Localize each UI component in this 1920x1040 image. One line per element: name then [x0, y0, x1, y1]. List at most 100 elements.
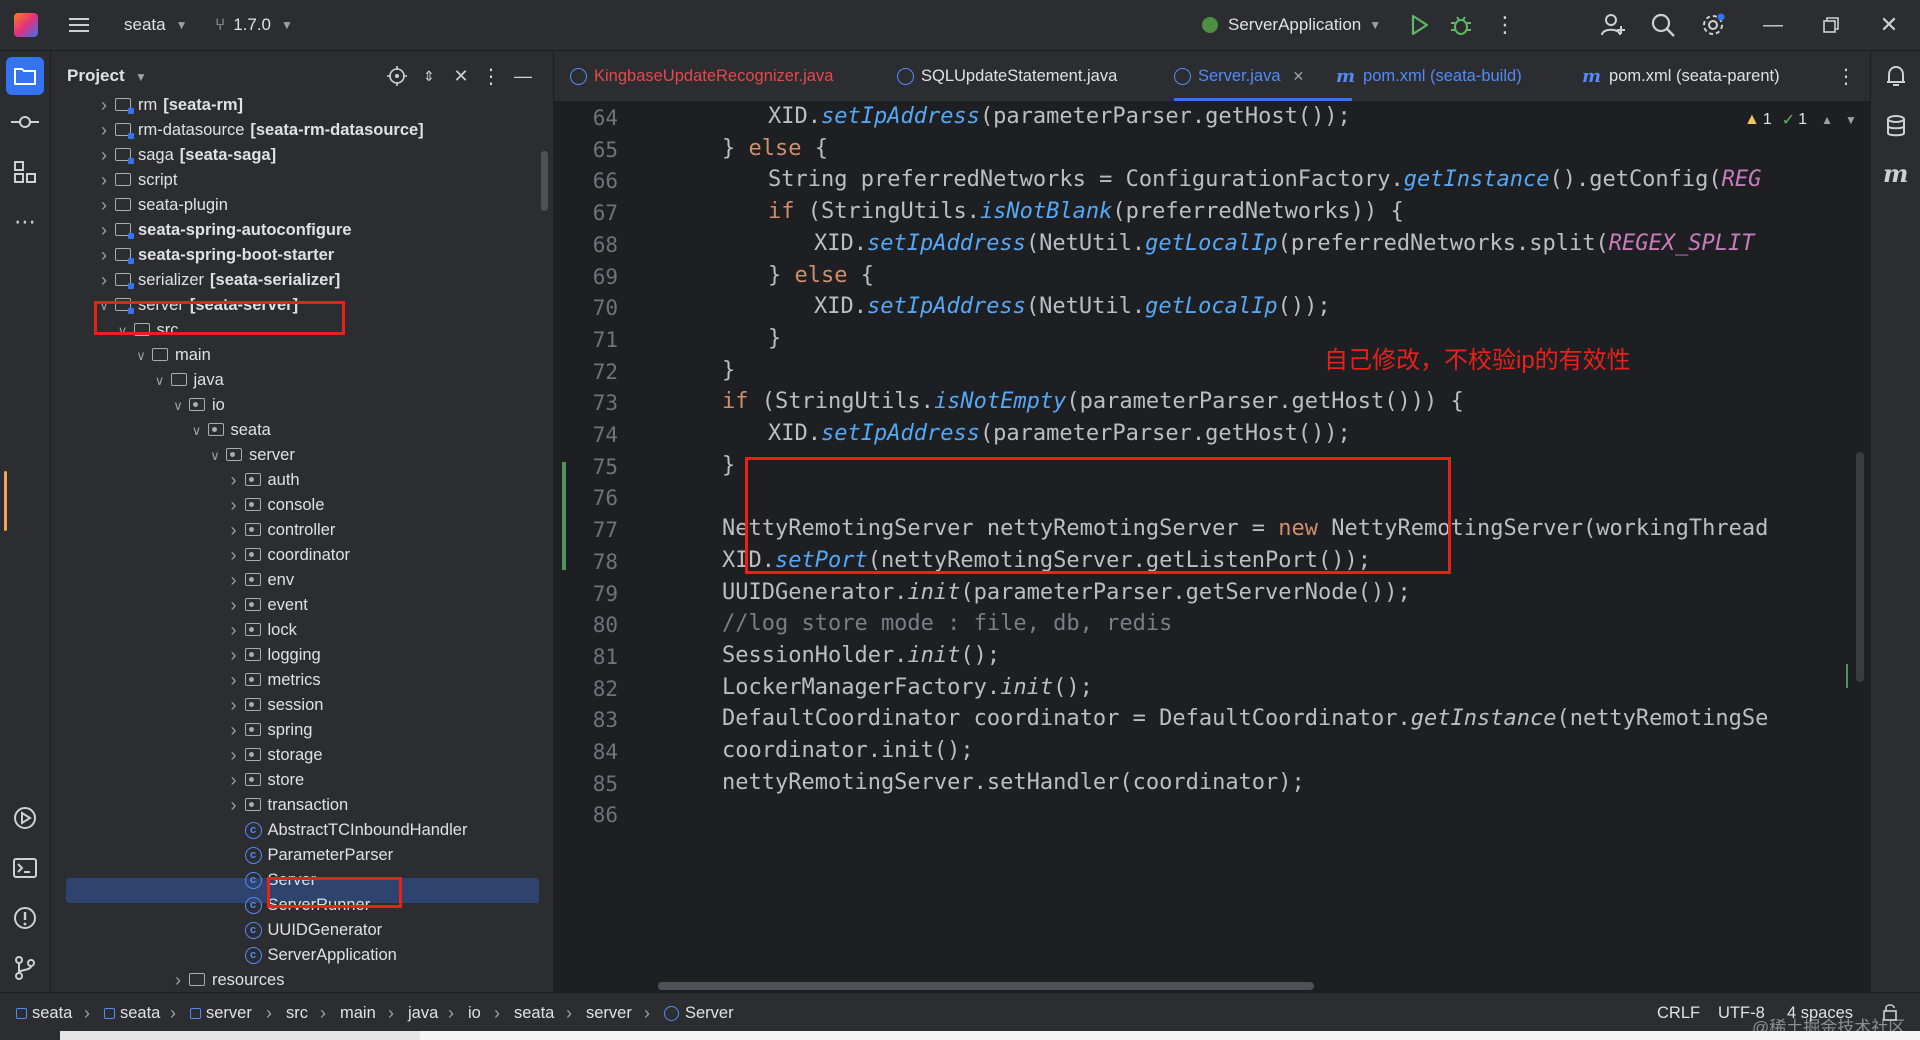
tab-pom-seata-parent[interactable]: m pom.xml (seata-parent): [1582, 51, 1780, 101]
close-tab-icon[interactable]: ✕: [1293, 68, 1305, 85]
project-switcher[interactable]: seata ▼: [124, 0, 187, 50]
tree-item-package[interactable]: › transaction: [51, 793, 537, 818]
horizontal-scrollbar-thumb[interactable]: [658, 982, 1314, 990]
chevron-right-icon[interactable]: ›: [227, 693, 241, 718]
tree-item-package[interactable]: › storage: [51, 743, 537, 768]
chevron-right-icon[interactable]: ›: [97, 268, 111, 293]
tree-item-folder[interactable]: › seata-spring-boot-starter: [51, 243, 537, 268]
chevron-down-icon[interactable]: ∨: [190, 418, 204, 443]
tree-item-package[interactable]: ∨ io: [51, 393, 537, 418]
chevron-right-icon[interactable]: ›: [227, 643, 241, 668]
chevron-right-icon[interactable]: ›: [227, 768, 241, 793]
tab-server-java[interactable]: Server.java ✕: [1174, 51, 1304, 101]
tree-item-package[interactable]: › logging: [51, 643, 537, 668]
tree-item-package[interactable]: ∨ server: [51, 443, 537, 468]
tree-item-class[interactable]: c AbstractTCInboundHandler: [51, 818, 537, 843]
tree-item-folder[interactable]: › seata-plugin: [51, 193, 537, 218]
tab-kingbase-update-recognizer[interactable]: KingbaseUpdateRecognizer.java: [570, 51, 833, 101]
tree-item-class[interactable]: c ParameterParser: [51, 843, 537, 868]
chevron-right-icon[interactable]: ›: [227, 618, 241, 643]
tree-item-class[interactable]: c ServerRunner: [51, 893, 537, 918]
terminal-icon[interactable]: [10, 853, 40, 883]
more-tool-windows-icon[interactable]: ⋯: [10, 207, 40, 237]
chevron-right-icon[interactable]: ›: [227, 468, 241, 493]
tree-item-folder[interactable]: › saga [seata-saga]: [51, 143, 537, 168]
chevron-right-icon[interactable]: ›: [227, 543, 241, 568]
add-user-icon[interactable]: [1600, 12, 1626, 38]
chevron-right-icon[interactable]: ›: [227, 493, 241, 518]
chevron-right-icon[interactable]: ›: [227, 518, 241, 543]
tree-item-package[interactable]: › metrics: [51, 668, 537, 693]
chevron-right-icon[interactable]: ›: [97, 118, 111, 143]
tree-item-folder[interactable]: › script: [51, 168, 537, 193]
code-editor[interactable]: ▲ 1 ✓ 1 ▲ ▼ 64 65 66 67 68 69 70 71 72 73 74 75 76 77…: [554, 102, 1870, 992]
chevron-right-icon[interactable]: ›: [227, 743, 241, 768]
hide-panel-icon[interactable]: —: [511, 64, 535, 88]
tree-item-class[interactable]: c UUIDGenerator: [51, 918, 537, 943]
tree-item-folder[interactable]: › resources: [51, 968, 537, 993]
tree-item-package[interactable]: › auth: [51, 468, 537, 493]
breadcrumb-item[interactable]: java: [408, 993, 438, 1033]
tree-item-package[interactable]: › spring: [51, 718, 537, 743]
chevron-right-icon[interactable]: ›: [97, 218, 111, 243]
breadcrumb-item[interactable]: server: [586, 993, 632, 1033]
tree-item-package[interactable]: › env: [51, 568, 537, 593]
chevron-right-icon[interactable]: ›: [97, 168, 111, 193]
chevron-right-icon[interactable]: ›: [227, 593, 241, 618]
tree-item-package[interactable]: › coordinator: [51, 543, 537, 568]
chevron-down-icon[interactable]: ∨: [208, 443, 222, 468]
tree-item-folder[interactable]: › rm-datasource [seata-rm-datasource]: [51, 118, 537, 143]
chevron-down-icon[interactable]: ∨: [134, 343, 148, 368]
chevron-down-icon[interactable]: ∨: [171, 393, 185, 418]
tree-item-package[interactable]: › session: [51, 693, 537, 718]
chevron-down-icon[interactable]: ∨: [97, 293, 111, 318]
project-tool-window-icon[interactable]: [6, 57, 44, 95]
chevron-up-icon[interactable]: ▲: [1821, 113, 1833, 127]
tree-item-package[interactable]: ∨ seata: [51, 418, 537, 443]
breadcrumb-item[interactable]: io: [468, 993, 481, 1033]
chevron-right-icon[interactable]: ›: [97, 143, 111, 168]
breadcrumb-item[interactable]: seata: [514, 993, 554, 1033]
tree-item-folder[interactable]: ∨ java: [51, 368, 537, 393]
chevron-right-icon[interactable]: ›: [97, 93, 111, 118]
tree-item-folder[interactable]: › serializer [seata-serializer]: [51, 268, 537, 293]
tree-item-folder[interactable]: › rm [seata-rm]: [51, 93, 537, 118]
tab-sql-update-statement[interactable]: SQLUpdateStatement.java: [897, 51, 1117, 101]
collapse-all-icon[interactable]: ✕: [449, 64, 473, 88]
chevron-right-icon[interactable]: ›: [97, 193, 111, 218]
locate-file-icon[interactable]: [385, 64, 409, 88]
problems-icon[interactable]: [10, 903, 40, 933]
services-icon[interactable]: [10, 803, 40, 833]
expand-collapse-icon[interactable]: ⇕: [417, 64, 441, 88]
database-icon[interactable]: [1883, 113, 1909, 139]
notifications-icon[interactable]: [1883, 63, 1909, 89]
breadcrumb-item[interactable]: seata: [104, 993, 160, 1033]
chevron-right-icon[interactable]: ›: [171, 968, 185, 993]
tree-item-package[interactable]: › console: [51, 493, 537, 518]
tree-item-package[interactable]: › event: [51, 593, 537, 618]
search-icon[interactable]: [1650, 12, 1676, 38]
chevron-down-icon[interactable]: ∨: [153, 368, 167, 393]
breadcrumb-item[interactable]: src: [286, 993, 308, 1033]
chevron-right-icon[interactable]: ›: [227, 793, 241, 818]
restore-window-icon[interactable]: [1818, 12, 1844, 38]
breadcrumb-item[interactable]: server: [190, 993, 252, 1033]
tree-item-package[interactable]: › store: [51, 768, 537, 793]
tab-options-icon[interactable]: ⋮: [1834, 64, 1858, 88]
tree-item-folder[interactable]: ∨ src: [51, 318, 537, 343]
chevron-right-icon[interactable]: ›: [97, 243, 111, 268]
vcs-branch-switcher[interactable]: ⑂ 1.7.0 ▼: [215, 0, 293, 50]
tree-item-folder[interactable]: ∨ server [seata-server]: [51, 293, 537, 318]
git-icon[interactable]: [10, 953, 40, 983]
options-menu-icon[interactable]: ⋮: [479, 64, 503, 88]
chevron-right-icon[interactable]: ›: [227, 568, 241, 593]
chevron-right-icon[interactable]: ›: [227, 718, 241, 743]
tree-item-package[interactable]: › controller: [51, 518, 537, 543]
tree-item-folder[interactable]: › seata-spring-autoconfigure: [51, 218, 537, 243]
tree-item-package[interactable]: › lock: [51, 618, 537, 643]
tree-item-class[interactable]: c ServerApplication: [51, 943, 537, 968]
vertical-scrollbar-thumb[interactable]: [1856, 452, 1864, 682]
minimize-window-icon[interactable]: —: [1760, 12, 1786, 38]
debug-button[interactable]: [1448, 12, 1474, 38]
tree-scrollbar-thumb[interactable]: [541, 151, 548, 211]
